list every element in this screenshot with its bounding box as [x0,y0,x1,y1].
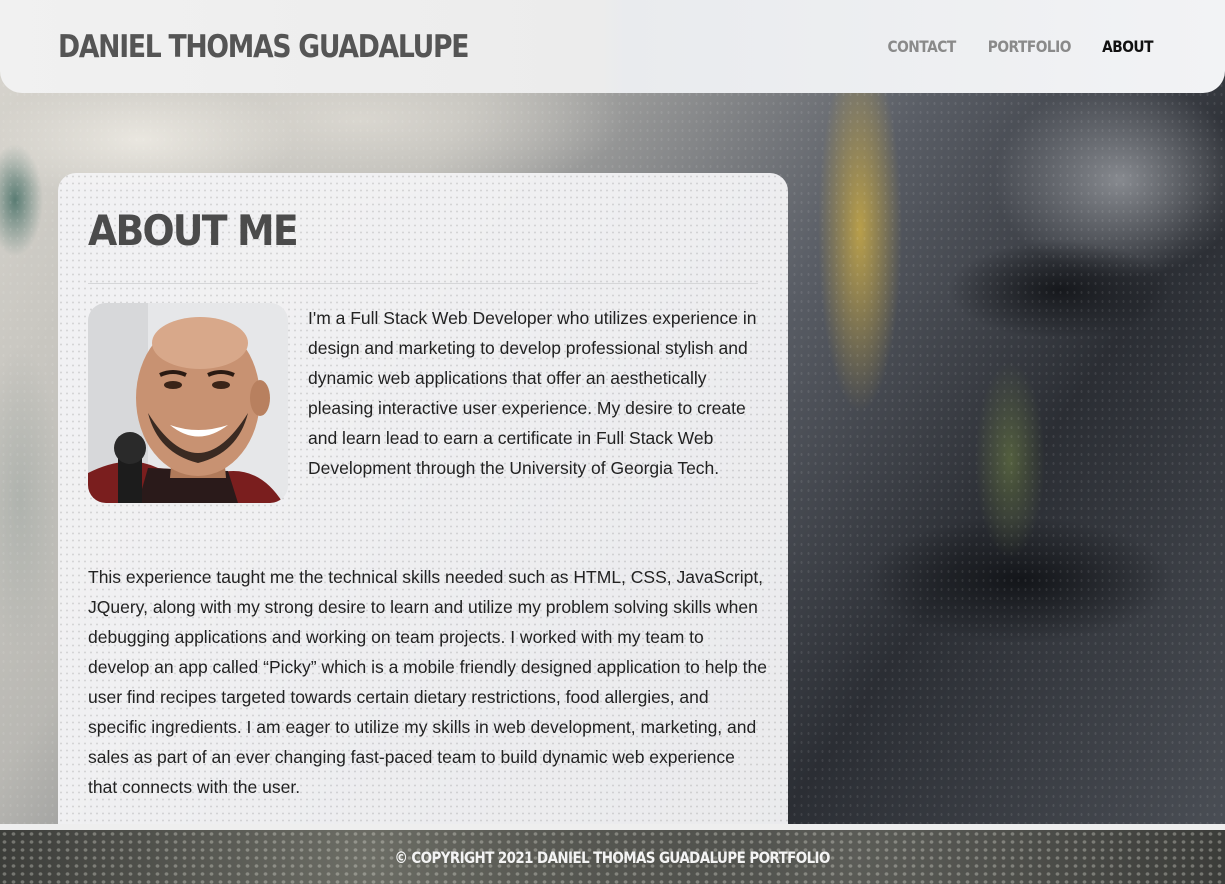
site-brand[interactable]: DANIEL THOMAS GUADALUPE [58,29,469,65]
site-footer: © COPYRIGHT 2021 DANIEL THOMAS GUADALUPE… [0,830,1225,884]
profile-photo [88,303,288,503]
intro-section: I'm a Full Stack Web Developer who utili… [88,303,758,503]
site-header: DANIEL THOMAS GUADALUPE CONTACT PORTFOLI… [0,0,1225,93]
nav-about[interactable]: ABOUT [1102,37,1153,56]
profile-photo-illustration [88,303,288,503]
about-heading: ABOUT ME [88,206,299,255]
nav-contact[interactable]: CONTACT [887,37,956,56]
bio-paragraph-2: This experience taught me the technical … [88,567,768,797]
heading-divider [88,283,758,284]
main-nav: CONTACT PORTFOLIO ABOUT [882,37,1157,56]
about-card: ABOUT ME I'm a Full Stack Web Developer … [58,173,788,824]
copyright-text: © COPYRIGHT 2021 DANIEL THOMAS GUADALUPE… [394,847,831,867]
nav-portfolio[interactable]: PORTFOLIO [988,37,1072,56]
bio-paragraph-1: I'm a Full Stack Web Developer who utili… [308,308,757,478]
